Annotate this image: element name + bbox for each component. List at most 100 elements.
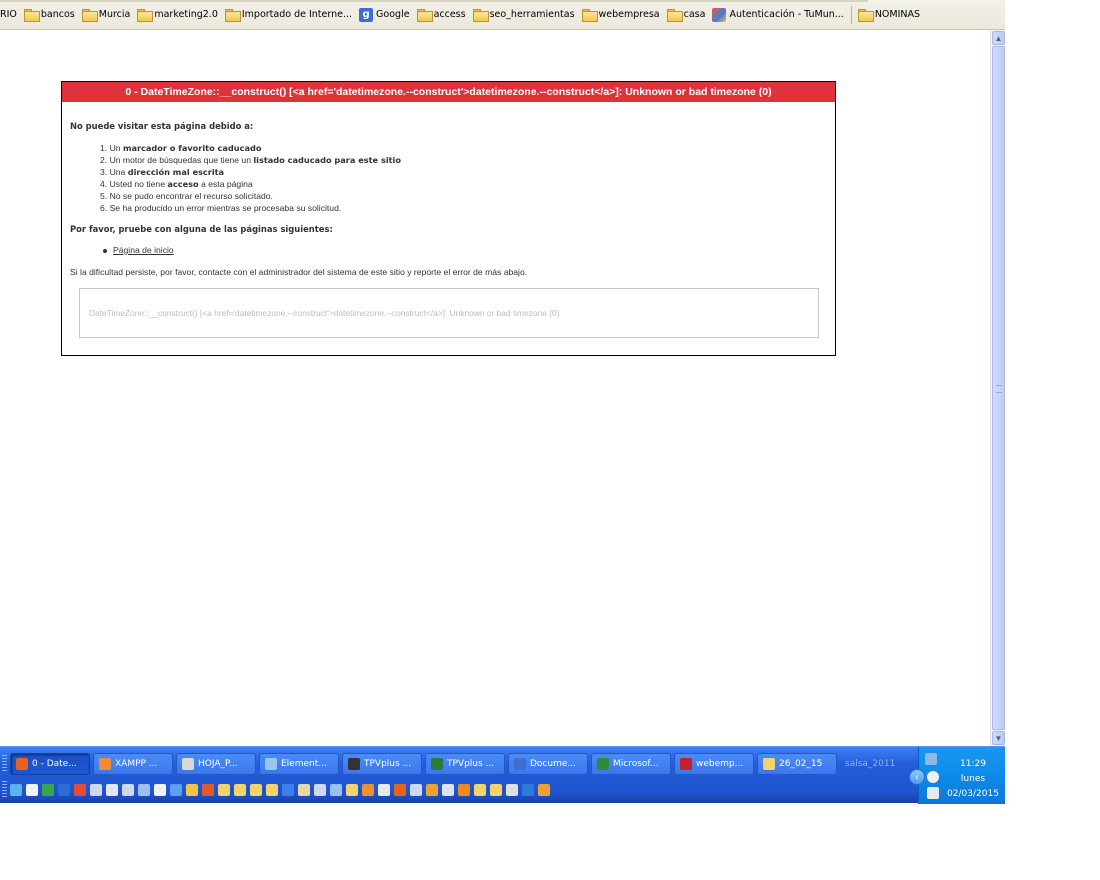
quick-launch-icon[interactable] (154, 784, 166, 796)
vertical-scrollbar[interactable]: ▲ ▼ (990, 30, 1005, 746)
home-page-link[interactable]: Página de inicio (113, 245, 174, 255)
app-icon (431, 758, 443, 770)
folder-icon (472, 9, 489, 22)
bookmark-label: webempresa (598, 9, 660, 20)
taskbar-button[interactable]: 0 - Date... (10, 753, 90, 775)
quick-launch-icon[interactable] (538, 784, 550, 796)
quick-launch-icon[interactable] (42, 784, 54, 796)
quick-launch-icon[interactable] (346, 784, 358, 796)
folder-icon (857, 9, 874, 22)
network-icon[interactable] (925, 753, 937, 765)
folder-icon (666, 9, 683, 22)
clock[interactable]: 11:29 lunes 02/03/2015 (943, 757, 1003, 802)
error-title: 0 - DateTimeZone::__construct() [<a href… (62, 82, 835, 102)
taskbar-button-label: 0 - Date... (32, 759, 77, 769)
bookmark-item[interactable]: g Google (356, 4, 414, 26)
list-item: 1. Un marcador o favorito caducado (100, 143, 262, 153)
cannot-visit-heading: No puede visitar esta página debido a: (70, 121, 254, 131)
quick-launch-icon[interactable] (106, 784, 118, 796)
quick-launch-icon[interactable] (442, 784, 454, 796)
quick-launch-icon[interactable] (74, 784, 86, 796)
bullet-icon (103, 248, 107, 253)
quick-launch-icon[interactable] (218, 784, 230, 796)
taskbar-grip[interactable] (2, 755, 7, 773)
quick-launch-icon[interactable] (458, 784, 470, 796)
taskbar-button-label: 26_02_15 (779, 759, 823, 769)
quick-launch-icon[interactable] (250, 784, 262, 796)
taskbar-button-label: Element... (281, 759, 327, 769)
taskbar-button[interactable]: HOJA_P... (176, 753, 256, 775)
bookmark-item[interactable]: RIO (0, 4, 21, 26)
quick-launch-icon[interactable] (138, 784, 150, 796)
quick-launch-icon[interactable] (266, 784, 278, 796)
quick-launch-icon[interactable] (394, 784, 406, 796)
list-item: 4. Usted no tiene acceso a esta página (100, 179, 253, 189)
taskbar-button[interactable]: Element... (259, 753, 339, 775)
quick-launch-icon[interactable] (474, 784, 486, 796)
bookmark-label: marketing2.0 (154, 9, 218, 20)
taskbar-button[interactable]: webemp... (674, 753, 754, 775)
quick-launch-icon[interactable] (426, 784, 438, 796)
quick-launch-icon[interactable] (410, 784, 422, 796)
speaker-icon[interactable] (927, 787, 939, 799)
quick-launch-icon[interactable] (186, 784, 198, 796)
reason-emphasis: listado caducado para este sitio (253, 155, 401, 165)
task-buttons: 0 - Date... XAMPP ... HOJA_P... Element... T… (0, 753, 913, 775)
quick-launch-icon[interactable] (362, 784, 374, 796)
taskbar-button-label: TPVplus ... (447, 759, 495, 769)
tray-expand-icon[interactable]: ‹ (909, 769, 925, 785)
quick-launch-icon[interactable] (202, 784, 214, 796)
quick-launch-icon[interactable] (10, 784, 22, 796)
taskbar-button[interactable]: Microsof... (591, 753, 671, 775)
taskbar-button[interactable]: Docume... (508, 753, 588, 775)
taskbar-button-label: Microsof... (613, 759, 659, 769)
bookmark-item[interactable]: Autenticación - TuMun... (709, 4, 847, 26)
quick-launch-icon[interactable] (90, 784, 102, 796)
app-icon (597, 758, 609, 770)
scroll-down-button[interactable]: ▼ (992, 731, 1005, 745)
taskbar-button[interactable]: XAMPP ... (93, 753, 173, 775)
quick-launch-icon[interactable] (490, 784, 502, 796)
quick-launch-icon[interactable] (26, 784, 38, 796)
quick-launch-icon[interactable] (506, 784, 518, 796)
app-icon (99, 758, 111, 770)
bookmark-item[interactable]: webempresa (579, 4, 664, 26)
bookmark-item[interactable]: bancos (21, 4, 79, 26)
messenger-icon[interactable] (927, 771, 939, 783)
bookmark-item[interactable]: Importado de Interne... (222, 4, 356, 26)
quick-launch-icon[interactable] (378, 784, 390, 796)
taskbar-button-label: webemp... (696, 759, 744, 769)
thumb-grip-icon (996, 385, 1002, 393)
quick-launch-icon[interactable] (58, 784, 70, 796)
quick-launch-icon[interactable] (122, 784, 134, 796)
bookmarks-separator (850, 5, 852, 24)
scroll-up-button[interactable]: ▲ (992, 31, 1005, 45)
quick-launch-icon[interactable] (330, 784, 342, 796)
quick-launch-icon[interactable] (298, 784, 310, 796)
app-icon (514, 758, 526, 770)
quick-launch-icon[interactable] (522, 784, 534, 796)
quick-launch-icon[interactable] (170, 784, 182, 796)
taskbar-button-label: HOJA_P... (198, 759, 238, 769)
scrollbar-thumb[interactable] (992, 46, 1005, 730)
bookmark-item[interactable]: Murcia (79, 4, 135, 26)
taskbar-button-label: XAMPP ... (115, 759, 158, 769)
taskbar-overflow-label: salsa_2011 (845, 759, 896, 769)
taskbar-button[interactable]: TPVplus ... (342, 753, 422, 775)
reason-emphasis: marcador o favorito caducado (122, 143, 262, 153)
taskbar-button[interactable]: TPVplus ... (425, 753, 505, 775)
quick-launch-icon[interactable] (314, 784, 326, 796)
bookmark-item[interactable]: seo_herramientas (470, 4, 579, 26)
quick-launch-icon[interactable] (282, 784, 294, 796)
quick-launch-grip[interactable] (2, 781, 7, 799)
bookmark-item[interactable]: NOMINAS (855, 4, 924, 26)
bookmark-item[interactable]: casa (664, 4, 710, 26)
taskbar-button[interactable]: 26_02_15 (757, 753, 837, 775)
quick-launch-icon[interactable] (234, 784, 246, 796)
bookmark-item[interactable]: access (414, 4, 470, 26)
bookmark-item[interactable]: marketing2.0 (134, 4, 222, 26)
folder-icon (81, 9, 98, 22)
list-item: Página de inicio (103, 245, 174, 255)
bookmark-label: seo_herramientas (489, 9, 575, 20)
taskbar-button-label: TPVplus ... (364, 759, 412, 769)
